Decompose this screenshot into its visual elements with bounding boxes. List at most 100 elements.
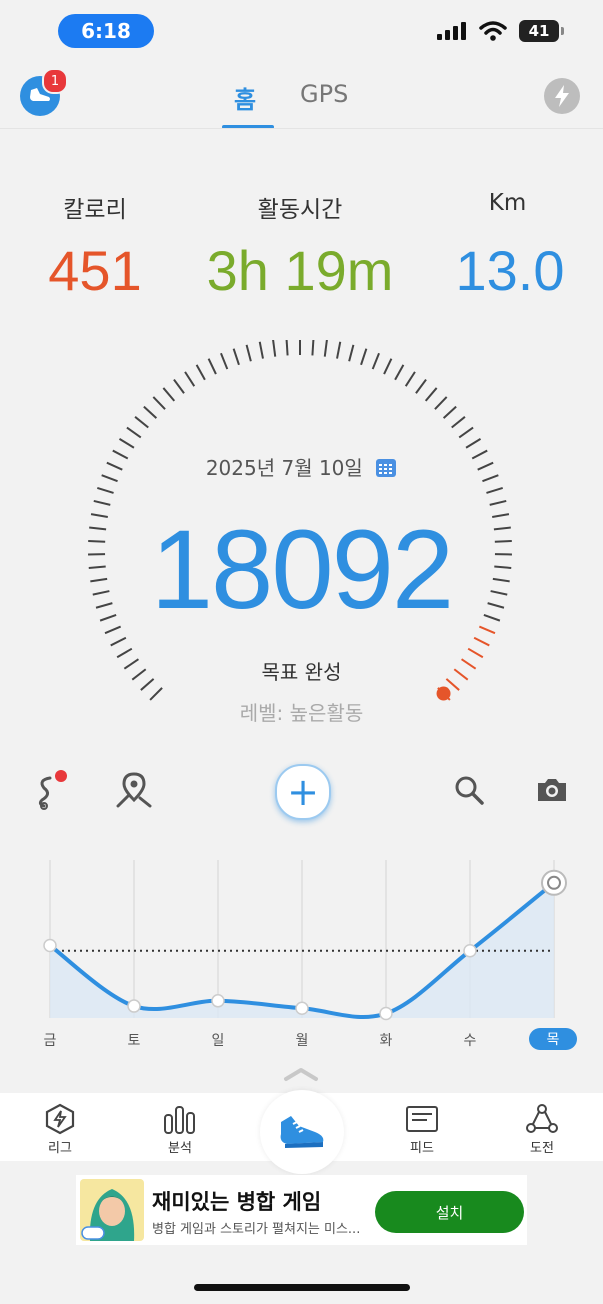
header-divider [0,128,603,129]
nav-league-label: 리그 [48,1141,72,1156]
nav-league[interactable]: 리그 [30,1103,90,1156]
nav-activity-center[interactable] [260,1090,344,1174]
gauge-tick [451,416,466,429]
chevron-up-icon[interactable] [283,1066,319,1082]
gauge-tick [383,358,393,375]
date-selector[interactable]: 2025년 7월 10일 [0,452,603,481]
gauge-tick [424,387,438,402]
step-count: 18092 [150,507,454,632]
gauge-tick [232,348,240,366]
signal-icon [437,22,466,40]
lightning-icon [555,85,569,107]
camera-button[interactable] [532,770,572,810]
tab-gps[interactable]: GPS [300,80,348,108]
gauge-tick [118,437,135,449]
gauge-tick [486,486,504,494]
lightning-hexagon-icon [45,1103,75,1135]
running-shoe-icon [280,1116,324,1148]
gauge-tick [434,396,448,410]
gauge-tick [285,340,289,356]
ad-thumbnail[interactable] [80,1179,144,1241]
chart-point[interactable] [463,943,477,958]
plus-icon: + [287,770,319,814]
gauge-tick [272,340,277,357]
active-time-label: 활동시간 [257,197,343,223]
gauge-tick [442,405,457,419]
camera-icon [538,779,566,801]
nav-analysis-label: 분석 [168,1141,192,1156]
ad-subtitle: 병합 게임과 스토리가 펼쳐지는 미스... [152,1222,361,1237]
day-label-mon: 월 [295,1033,309,1049]
ad-install-button[interactable]: 설치 [375,1191,524,1233]
calorie-label: 칼로리 [63,197,127,223]
gauge-tick [162,387,176,402]
weekly-steps-chart [43,860,567,1021]
notification-badge: 1 [42,68,68,94]
route-icon [38,770,67,810]
gauge-tick [220,352,229,370]
km-label: Km [488,190,527,216]
gauge-tick [465,437,482,449]
home-indicator [194,1284,410,1291]
chart-point[interactable] [43,938,57,953]
boost-button[interactable] [544,78,580,114]
add-activity-button[interactable]: + [275,764,331,820]
gauge-tick [311,340,315,356]
tab-home[interactable]: 홈 [234,80,256,115]
gauge-tick [360,348,368,366]
gauge-tick [348,344,355,362]
day-label-sun: 일 [211,1033,225,1049]
search-button[interactable] [449,770,489,810]
nav-feed-label: 피드 [410,1141,434,1156]
nav-challenge-label: 도전 [530,1141,554,1156]
game-character-image [80,1179,144,1241]
gauge-tick [207,358,217,375]
goal-status: 목표 완성 [261,660,342,684]
map-pin-icon [116,772,152,808]
activity-level: 레벨: 높은활동 [239,701,364,725]
nav-challenge[interactable]: 도전 [512,1103,572,1156]
gauge-tick [394,364,405,381]
calorie-value: 451 [48,239,142,302]
gauge-tick [173,378,185,394]
gauge-tick [245,344,252,362]
status-icons: 41 [437,20,564,42]
challenge-network-icon [526,1104,558,1133]
calendar-icon[interactable] [375,456,397,478]
chart-point[interactable] [379,1006,393,1021]
day-label-sat: 토 [127,1033,141,1049]
gauge-tick [126,426,142,439]
date-text: 2025년 7월 10일 [205,456,363,480]
gauge-tick [336,341,342,359]
gauge-tick [96,486,114,494]
route-button[interactable] [30,770,70,810]
gauge-tick [134,416,149,429]
active-time-value: 3h 19m [206,239,394,302]
day-label-thu-active[interactable]: 목 [529,1028,577,1050]
feed-card-icon [406,1106,438,1132]
search-icon [455,776,484,805]
gauge-tick [195,364,206,381]
battery-indicator: 41 [519,20,564,42]
gauge-tick [458,426,474,439]
chart-point-selected[interactable] [547,875,561,890]
map-pin-button[interactable] [114,770,154,810]
gauge-tick [371,352,380,370]
chart-point[interactable] [295,1001,309,1016]
gauge-tick [323,340,328,357]
gauge-tick [184,371,196,387]
gauge-tick [404,371,416,387]
km-value: 13.0 [455,239,565,302]
nav-feed[interactable]: 피드 [392,1103,452,1156]
status-time: 6:18 [58,14,154,48]
gauge-tick [110,636,127,647]
nav-analysis[interactable]: 분석 [150,1103,210,1156]
gauge-tick [415,378,427,394]
chart-point[interactable] [127,999,141,1013]
gauge-tick [152,396,166,410]
day-label-tue: 화 [379,1033,393,1049]
day-label-fri: 금 [43,1033,57,1049]
bar-chart-icon [164,1106,195,1134]
day-label-wed: 수 [463,1033,477,1049]
chart-point[interactable] [211,994,225,1008]
